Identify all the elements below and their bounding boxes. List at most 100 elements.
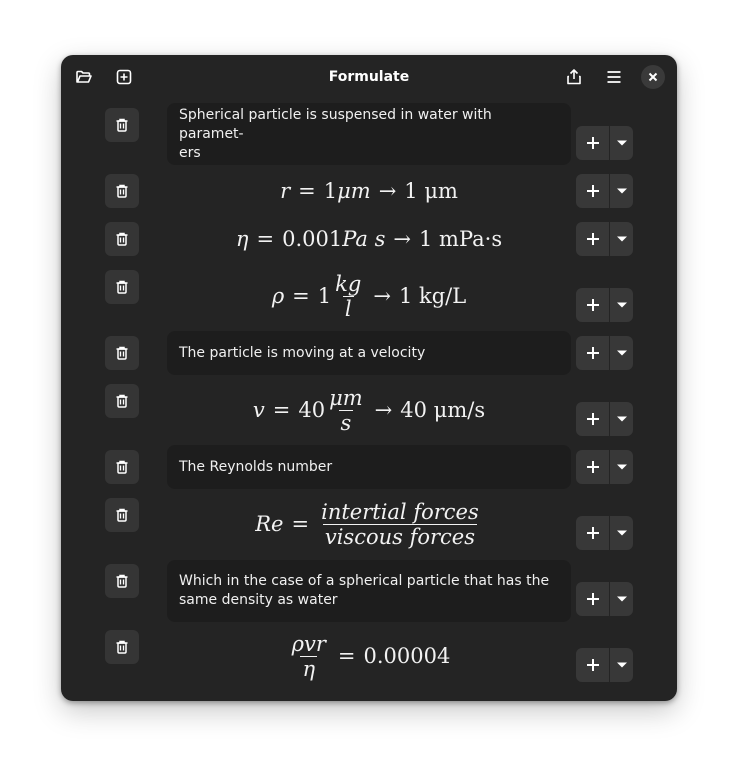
math-result: 1 μm <box>404 179 458 203</box>
add-cell-group <box>576 648 633 682</box>
add-cell-group <box>576 582 633 616</box>
add-cell-menu-button[interactable] <box>610 516 633 550</box>
fraction-denominator: viscous forces <box>322 523 478 549</box>
math-arrow: → <box>393 227 411 251</box>
fraction-numerator: intertial forces <box>321 499 479 524</box>
math-fraction: ρvr η <box>290 632 328 681</box>
plus-icon <box>586 593 599 605</box>
main-menu-button[interactable] <box>598 61 630 93</box>
math-relation: = <box>272 398 291 422</box>
delete-cell-button[interactable] <box>105 108 139 142</box>
math-result: 40 μm/s <box>400 398 486 422</box>
add-cell-button[interactable] <box>576 222 609 256</box>
add-cell-menu-button[interactable] <box>610 174 633 208</box>
math-fraction: intertial forces viscous forces <box>319 500 481 549</box>
chevron-down-icon <box>616 530 627 536</box>
delete-cell-button[interactable] <box>105 384 139 418</box>
delete-cell-button[interactable] <box>105 336 139 370</box>
add-cell-group <box>576 516 633 550</box>
delete-cell-button[interactable] <box>105 174 139 208</box>
add-cell-button[interactable] <box>576 402 609 436</box>
add-cell-group <box>576 450 633 484</box>
text-cell-line: Spherical particle is suspensed in water… <box>179 106 492 142</box>
plus-icon <box>586 659 599 671</box>
trash-icon <box>116 460 128 474</box>
math-value: 40 <box>298 398 326 422</box>
math-cell[interactable]: ρvr η = 0.00004 <box>167 627 571 685</box>
delete-cell-button[interactable] <box>105 498 139 532</box>
math-value: 1 <box>317 284 332 308</box>
plus-icon <box>586 185 599 197</box>
chevron-down-icon <box>616 140 627 146</box>
add-cell-group <box>576 288 633 322</box>
delete-cell-button[interactable] <box>105 270 139 304</box>
math-cell[interactable]: ρ = 1 kg l → 1 kg/L <box>167 267 571 325</box>
text-cell-line: same density as water <box>179 592 338 608</box>
fraction-denominator: l <box>342 295 354 321</box>
chevron-down-icon <box>616 662 627 668</box>
text-cell[interactable]: Which in the case of a spherical particl… <box>167 560 571 622</box>
delete-cell-button[interactable] <box>105 564 139 598</box>
math-arrow: → <box>378 179 397 203</box>
plus-icon <box>586 347 599 359</box>
chevron-down-icon <box>616 188 627 194</box>
add-cell-button[interactable] <box>576 450 609 484</box>
add-cell-menu-button[interactable] <box>610 402 633 436</box>
add-cell-menu-button[interactable] <box>610 450 633 484</box>
math-symbol: Re <box>255 512 284 536</box>
delete-cell-button[interactable] <box>105 630 139 664</box>
close-window-button[interactable] <box>641 65 665 89</box>
math-cell[interactable]: r = 1 μm → 1 μm <box>167 171 571 211</box>
trash-icon <box>116 508 128 522</box>
text-cell[interactable]: The Reynolds number <box>167 445 571 489</box>
add-cell-button[interactable] <box>576 126 609 160</box>
plus-icon <box>586 299 599 311</box>
add-cell-menu-button[interactable] <box>610 582 633 616</box>
add-cell-button[interactable] <box>576 648 609 682</box>
add-cell-button[interactable] <box>576 288 609 322</box>
math-symbol: ρ <box>271 284 285 308</box>
add-cell-group <box>576 336 633 370</box>
fraction-denominator: η <box>300 655 318 681</box>
chevron-down-icon <box>616 350 627 356</box>
add-cell-menu-button[interactable] <box>610 336 633 370</box>
add-cell-button[interactable] <box>576 336 609 370</box>
share-button[interactable] <box>558 61 590 93</box>
add-cell-button[interactable] <box>576 174 609 208</box>
chevron-down-icon <box>616 236 627 242</box>
text-cell-line: ers <box>179 144 201 161</box>
chevron-down-icon <box>616 416 627 422</box>
add-cell-menu-button[interactable] <box>610 222 633 256</box>
add-cell-group <box>576 222 633 256</box>
close-icon <box>648 72 658 82</box>
delete-cell-button[interactable] <box>105 450 139 484</box>
add-cell-group <box>576 126 633 160</box>
add-cell-menu-button[interactable] <box>610 288 633 322</box>
add-cell-menu-button[interactable] <box>610 126 633 160</box>
text-cell[interactable]: The particle is moving at a velocity <box>167 331 571 375</box>
math-cell[interactable]: Re = intertial forces viscous forces <box>167 495 571 553</box>
math-relation: = <box>256 227 275 251</box>
math-cell[interactable]: η = 0.001 Pa s → 1 mPa·s <box>167 219 571 259</box>
math-fraction: μm s <box>327 386 365 435</box>
math-value: 0.001 <box>282 227 343 251</box>
math-relation: = <box>292 284 310 308</box>
plus-icon <box>586 137 599 149</box>
app-window: Formulate Spherical particle is suspense… <box>61 55 677 701</box>
text-cell-line: The particle is moving at a velocity <box>179 344 426 361</box>
math-cell[interactable]: v = 40 μm s → 40 μm/s <box>167 381 571 439</box>
fraction-numerator: μm <box>329 385 363 410</box>
math-fraction: kg l <box>333 272 363 321</box>
text-cell[interactable]: Spherical particle is suspensed in water… <box>167 103 571 165</box>
chevron-down-icon <box>616 596 627 602</box>
chevron-down-icon <box>616 302 627 308</box>
text-cell-line: The Reynolds number <box>179 458 333 475</box>
add-cell-button[interactable] <box>576 516 609 550</box>
delete-cell-button[interactable] <box>105 222 139 256</box>
share-icon <box>567 69 581 85</box>
math-value: 1 <box>323 179 338 203</box>
trash-icon <box>116 574 128 588</box>
trash-icon <box>116 394 128 408</box>
add-cell-button[interactable] <box>576 582 609 616</box>
add-cell-menu-button[interactable] <box>610 648 633 682</box>
